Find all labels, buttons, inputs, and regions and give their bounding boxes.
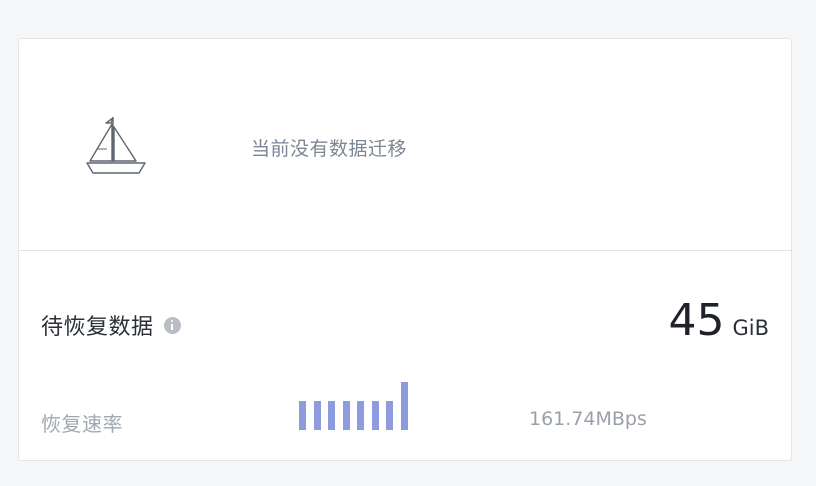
rate-bar: [299, 401, 306, 430]
recovery-rate-value: 161.74MBps: [529, 408, 647, 430]
data-migration-card: 当前没有数据迁移 待恢复数据 45 GiB 恢复速率 161.74MBps: [18, 38, 792, 461]
recovery-rate-bars: [299, 380, 408, 430]
rate-bar: [386, 401, 393, 430]
empty-state-message: 当前没有数据迁移: [251, 138, 408, 160]
amount-unit: GiB: [732, 316, 769, 340]
recovery-rate-label: 恢复速率: [41, 412, 123, 436]
info-icon[interactable]: [163, 316, 181, 334]
rate-bar: [400, 382, 408, 430]
migration-empty-state: 当前没有数据迁移: [19, 39, 791, 251]
sailboat-icon: [86, 117, 146, 174]
amount-value: 45: [668, 295, 725, 346]
rate-bar: [328, 401, 335, 430]
rate-bar: [371, 401, 379, 430]
pending-recovery-title: 待恢复数据: [41, 309, 181, 341]
rate-bar: [313, 401, 321, 430]
pending-recovery-amount: 45 GiB: [668, 295, 769, 346]
rate-bar: [357, 401, 364, 430]
rate-bar: [342, 401, 350, 430]
pending-recovery-label: 待恢复数据: [41, 315, 154, 340]
